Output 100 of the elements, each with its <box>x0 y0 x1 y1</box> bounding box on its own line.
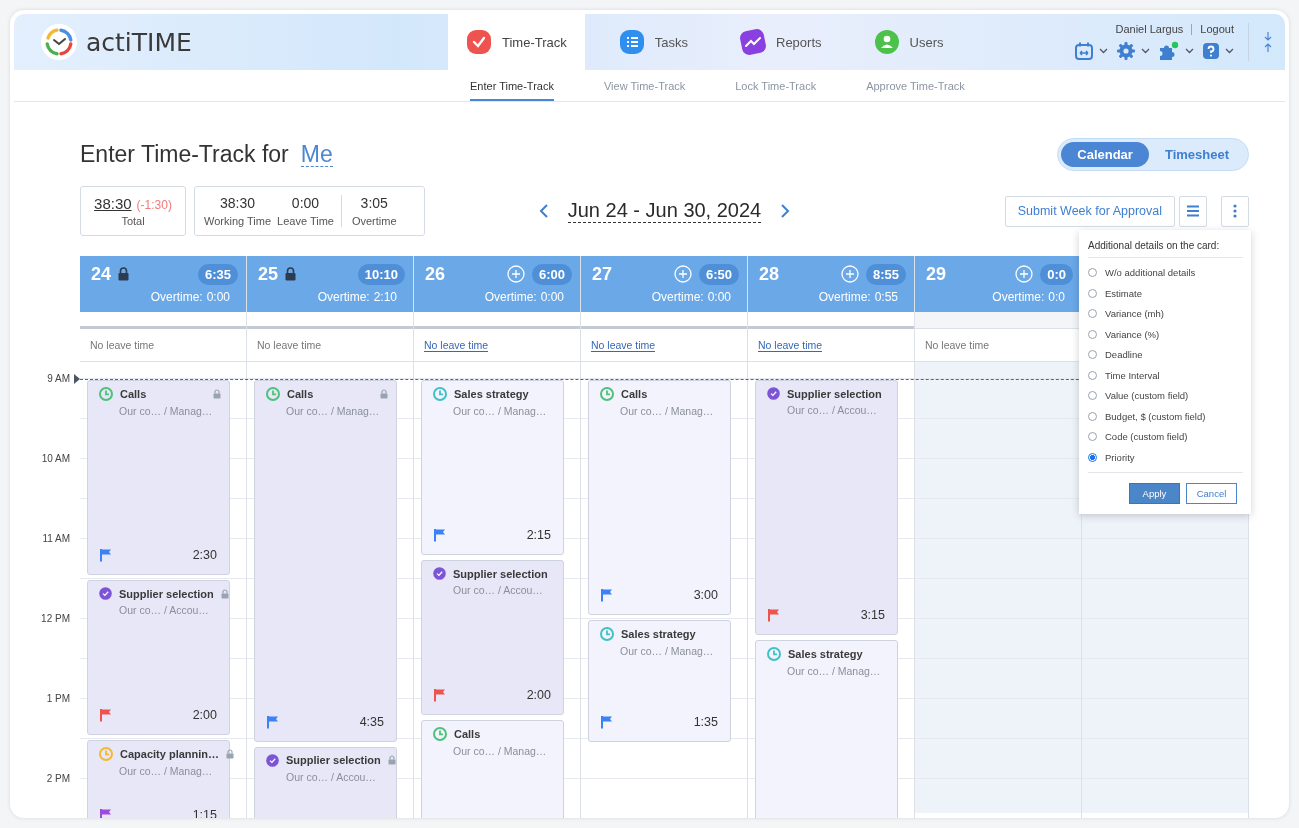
nav-tab[interactable]: Tasks <box>600 14 706 70</box>
task-title: Calls <box>621 388 648 400</box>
duration-text: 2:00 <box>526 688 551 702</box>
radio-option[interactable]: Variance (%) <box>1088 324 1243 345</box>
time-entry-card[interactable]: Supplier selection Our co… / Accou… <box>254 746 397 818</box>
task-path: Our co… / Manag… <box>452 405 548 417</box>
caret-icon <box>1225 48 1234 54</box>
settings-menu-button[interactable] <box>1116 41 1150 61</box>
subnav-tab[interactable]: Enter Time-Track <box>470 70 554 101</box>
menu-title: Additional details on the card: <box>1088 239 1243 258</box>
time-entry-card[interactable]: Sales strategy Our co… / Manag… 2:15 <box>421 380 564 555</box>
time-entry-card[interactable]: Sales strategy Our co… / Manag… 1:35 <box>588 620 731 742</box>
user-icon <box>873 29 900 55</box>
submit-week-button[interactable]: Submit Week for Approval <box>1004 195 1175 227</box>
time-entry-card[interactable]: Calls Our co… / Manag… 3:00 <box>588 380 731 615</box>
task-path: Our co… / Manag… <box>619 645 715 657</box>
day-number: 26 <box>425 263 446 285</box>
clock-logo-icon <box>40 23 78 61</box>
nav-tab[interactable]: Reports <box>722 14 840 70</box>
time-entry-card[interactable]: Calls Our co… / Manag… <box>421 720 564 818</box>
time-entry-card[interactable]: Supplier selection Our co… / Accou… 3:15 <box>755 380 898 635</box>
leave-time-link[interactable]: No leave time <box>591 338 656 352</box>
cancel-button[interactable]: Cancel <box>1186 482 1237 504</box>
task-title: Supplier selection <box>453 567 548 580</box>
overtime-value: 0:0 <box>1048 290 1065 304</box>
task-path: Our co… / Manag… <box>118 405 214 417</box>
checkmark-icon <box>466 29 492 55</box>
nav-tab[interactable]: Users <box>855 14 962 70</box>
radio-option[interactable]: Deadline <box>1088 344 1243 365</box>
menu-icon <box>1186 205 1200 217</box>
radio-option[interactable]: Value (custom field) <box>1088 385 1243 406</box>
task-path: Our co… / Manag… <box>786 665 882 677</box>
overtime-value: 0:00 <box>540 290 564 304</box>
time-entry-card[interactable]: Calls Our co… / Manag… 4:35 <box>254 380 397 742</box>
radio-option[interactable]: Priority <box>1088 447 1243 468</box>
duration-text: 2:15 <box>526 528 551 542</box>
list-view-button[interactable] <box>1179 195 1207 227</box>
next-week-icon[interactable] <box>779 203 792 219</box>
time-entry-card[interactable]: Supplier selection Our co… / Accou… 2:00 <box>87 580 230 735</box>
caret-icon <box>1185 48 1194 54</box>
overtime-label: Overtime: <box>484 290 537 304</box>
duration-text: 2:30 <box>192 548 217 562</box>
overtime-value: 2:10 <box>373 290 397 304</box>
add-entry-icon[interactable] <box>840 265 859 283</box>
previous-week-icon[interactable] <box>537 203 550 219</box>
stat-label: Working Time <box>204 215 272 227</box>
radio-option[interactable]: W/o additional details <box>1088 262 1243 283</box>
overtime-label: Overtime: <box>818 290 871 304</box>
leave-time-link[interactable]: No leave time <box>925 339 990 351</box>
radio-option[interactable]: Estimate <box>1088 283 1243 304</box>
duration-text: 3:00 <box>693 588 718 602</box>
time-entry-card[interactable]: Supplier selection Our co… / Accou… 2:00 <box>421 560 564 715</box>
duration-text: 1:35 <box>693 714 718 729</box>
overtime-value: 0:00 <box>707 290 731 304</box>
add-entry-icon[interactable] <box>1015 265 1034 283</box>
add-entry-icon[interactable] <box>506 265 525 283</box>
radio-option[interactable]: Time Interval <box>1088 365 1243 386</box>
leave-time-link[interactable]: No leave time <box>257 339 322 351</box>
overtime-label: Overtime: <box>317 290 370 304</box>
total-value: 38:30 <box>94 195 132 212</box>
task-path: Our co… / Manag… <box>118 765 214 777</box>
day-number: 27 <box>592 263 613 285</box>
stat-label: Total <box>121 215 145 227</box>
logo-text: actiTIME <box>86 27 192 57</box>
task-path: Our co… / Accou… <box>285 770 377 783</box>
task-title: Supplier selection <box>286 754 381 767</box>
time-entry-card[interactable]: Calls Our co… / Manag… 2:30 <box>87 380 230 575</box>
time-entry-card[interactable]: Sales strategy Our co… / Manag… <box>755 640 898 818</box>
extensions-menu-button[interactable] <box>1158 41 1194 61</box>
radio-option[interactable]: Variance (mh) <box>1088 303 1243 324</box>
day-total-badge: 6:35 <box>197 263 238 285</box>
radio-option[interactable]: Code (custom field) <box>1088 426 1243 447</box>
day-number: 28 <box>759 263 780 285</box>
day-number: 25 <box>258 263 279 285</box>
radio-option[interactable]: Budget, $ (custom field) <box>1088 406 1243 427</box>
day-total-badge: 10:10 <box>357 263 405 285</box>
task-title: Capacity plannin… <box>120 748 220 760</box>
difference-value: (-1:30) <box>136 198 172 212</box>
task-path: Our co… / Manag… <box>285 405 381 417</box>
stat-value: 3:05 <box>360 195 388 211</box>
puzzle-icon <box>1158 41 1180 61</box>
logout-link[interactable]: Logout <box>1200 23 1234 35</box>
day-number: 29 <box>926 263 947 285</box>
view-option[interactable]: Calendar <box>1061 141 1149 167</box>
week-range[interactable]: Jun 24 - Jun 30, 2024 <box>567 199 762 223</box>
calendar-menu-button[interactable] <box>1074 41 1108 61</box>
task-path: Our co… / Manag… <box>619 405 715 417</box>
leave-time-link[interactable]: No leave time <box>758 338 823 352</box>
nav-tab[interactable]: Time-Track <box>448 14 585 70</box>
add-entry-icon[interactable] <box>673 265 692 283</box>
help-icon <box>1202 42 1220 60</box>
apply-button[interactable]: Apply <box>1129 482 1180 504</box>
overtime-label: Overtime: <box>651 290 704 304</box>
more-icon <box>1233 204 1237 218</box>
leave-time-link[interactable]: No leave time <box>424 338 489 352</box>
collapse-arrows-icon[interactable] <box>1263 31 1273 53</box>
help-menu-button[interactable] <box>1202 42 1234 60</box>
person-selector[interactable]: Me <box>300 141 333 167</box>
day-total-badge: 0:0 <box>1040 263 1073 285</box>
leave-time-link[interactable]: No leave time <box>90 339 155 351</box>
